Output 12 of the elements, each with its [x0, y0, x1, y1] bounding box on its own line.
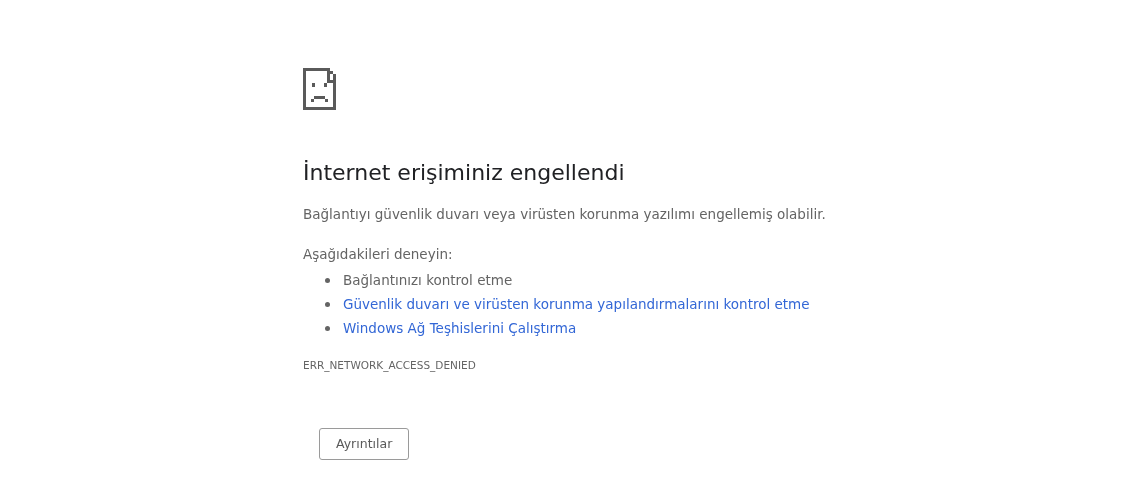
suggestions-heading: Aşağıdakileri deneyin:	[303, 245, 453, 264]
bullet-icon	[325, 325, 330, 331]
error-title: İnternet erişiminiz engellendi	[303, 159, 625, 187]
suggestion-link[interactable]: Güvenlik duvarı ve virüsten korunma yapılandırmalarını kontrol etme	[343, 293, 810, 315]
error-code: ERR_NETWORK_ACCESS_DENIED	[303, 358, 476, 372]
suggestion-text: Bağlantınızı kontrol etme	[343, 270, 513, 290]
bullet-icon	[325, 277, 330, 283]
details-button[interactable]: Ayrıntılar	[319, 428, 410, 460]
suggestion-link[interactable]: Windows Ağ Teşhislerini Çalıştırma	[343, 317, 577, 339]
error-message: Bağlantıyı güvenlik duvarı veya virüsten korunma yazılımı engellemiş olabilir.	[303, 205, 826, 224]
sad-page-icon	[303, 68, 336, 110]
bullet-icon	[325, 301, 330, 307]
